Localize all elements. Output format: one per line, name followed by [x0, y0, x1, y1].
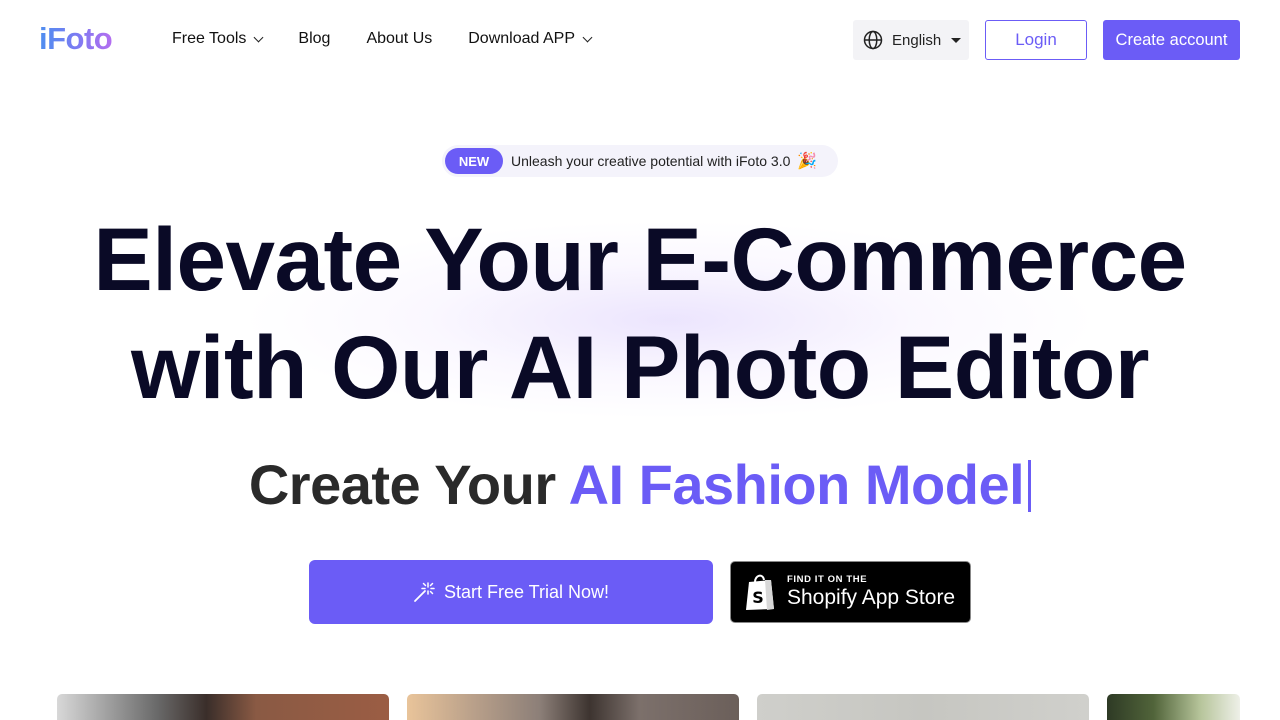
nav-download-app[interactable]: Download APP: [468, 30, 593, 48]
start-free-trial-label: Start Free Trial Now!: [443, 581, 610, 602]
globe-icon: [863, 30, 883, 50]
party-popper-icon: 🎉: [797, 153, 818, 170]
gallery-card-street-model[interactable]: [57, 694, 389, 720]
shopify-bag-icon: S: [746, 574, 774, 610]
subheadline-prefix: Create Your: [248, 453, 556, 516]
create-account-button[interactable]: Create account: [1103, 20, 1240, 60]
typing-cursor: [1028, 460, 1032, 512]
subheadline-typed-text: AI Fashion Model: [568, 453, 1025, 516]
hero-headline: Elevate Your E-Commerce with Our AI Phot…: [0, 205, 1280, 421]
nav-blog[interactable]: Blog: [298, 30, 330, 48]
language-label: English: [892, 31, 942, 49]
nav-about-us[interactable]: About Us: [366, 30, 432, 48]
gallery-card-outdoor-greenery[interactable]: [1107, 694, 1240, 720]
caret-down-icon: [951, 37, 962, 43]
showcase-gallery: [0, 694, 1280, 720]
chevron-down-icon: [253, 32, 264, 42]
shopify-text: FIND IT ON THE Shopify App Store: [787, 574, 955, 610]
shopify-small-label: FIND IT ON THE: [787, 574, 868, 585]
nav-free-tools-label: Free Tools: [172, 30, 247, 47]
new-tag: NEW: [445, 148, 503, 174]
chevron-down-icon: [582, 32, 593, 42]
site-header: iFoto Free Tools Blog About Us Download …: [0, 0, 1280, 80]
start-free-trial-button[interactable]: Start Free Trial Now!: [309, 560, 713, 624]
headline-line-2: with Our AI Photo Editor: [131, 317, 1149, 417]
nav-free-tools[interactable]: Free Tools: [172, 30, 264, 48]
login-button[interactable]: Login: [985, 20, 1087, 60]
nav-download-app-label: Download APP: [468, 30, 575, 47]
nav-about-us-label: About Us: [366, 30, 433, 47]
shopify-big-label: Shopify App Store: [787, 586, 956, 609]
svg-text:S: S: [752, 588, 764, 607]
main-nav: Free Tools Blog About Us Download APP: [172, 30, 627, 48]
announcement-text: Unleash your creative potential with iFo…: [511, 153, 791, 169]
language-selector[interactable]: English: [853, 20, 969, 60]
headline-line-1: Elevate Your E-Commerce: [93, 209, 1187, 309]
gallery-card-grey-background[interactable]: [757, 694, 1089, 720]
ifoto-logo[interactable]: iFoto: [39, 21, 113, 57]
shopify-app-store-button[interactable]: S FIND IT ON THE Shopify App Store: [730, 561, 971, 623]
nav-blog-label: Blog: [298, 30, 331, 47]
gallery-card-studio-model[interactable]: [407, 694, 739, 720]
magic-wand-icon: [414, 582, 435, 602]
announcement-badge[interactable]: NEW Unleash your creative potential with…: [442, 145, 838, 177]
hero-subheadline: Create Your AI Fashion Model: [0, 452, 1280, 517]
